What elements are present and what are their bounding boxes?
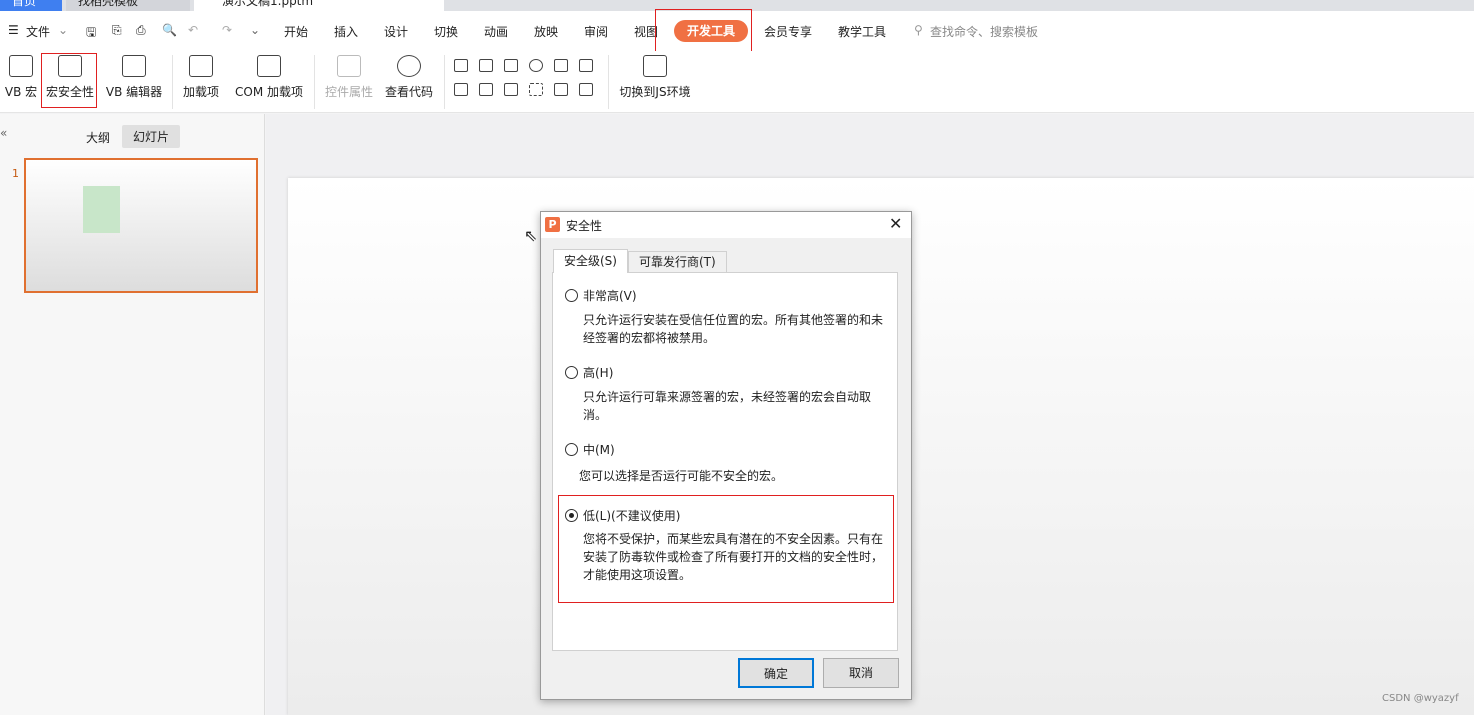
vb-editor-button[interactable]: VB 编辑器	[104, 51, 164, 100]
button-control-icon[interactable]	[454, 83, 468, 96]
slide-thumbnail-image	[83, 186, 120, 233]
tab-animation[interactable]: 动画	[484, 23, 508, 40]
divider	[314, 55, 315, 109]
print-preview-icon[interactable]: 🔍	[162, 23, 177, 37]
vb-macro-label: VB 宏	[4, 85, 38, 99]
print-icon[interactable]: ⎙	[136, 23, 146, 38]
switch-js-button[interactable]: 切换到JS环境	[618, 51, 692, 100]
js-icon	[643, 55, 667, 77]
window-tab-document[interactable]: 演示文稿1.pptm	[194, 0, 444, 11]
security-dialog: P 安全性 ✕ 安全级(S) 可靠发行商(T) 非常高(V) 只允许运行安装在受…	[540, 211, 912, 700]
label-control-icon[interactable]	[529, 83, 543, 96]
macro-icon	[9, 55, 33, 77]
dialog-title-bar: P 安全性 ✕	[541, 212, 911, 238]
window-tab-templates[interactable]: 找稻壳模板	[66, 0, 190, 11]
tab-slides[interactable]: 幻灯片	[122, 125, 181, 148]
divider	[444, 55, 445, 109]
tab-member[interactable]: 会员专享	[764, 23, 812, 40]
redo-icon[interactable]: ↷	[222, 23, 232, 37]
properties-icon	[337, 55, 361, 77]
search-icon: ⚲	[914, 23, 923, 37]
radio-medium[interactable]	[565, 443, 578, 456]
option-high[interactable]: 高(H)	[565, 364, 613, 381]
security-level-panel: 非常高(V) 只允许运行安装在受信任位置的宏。所有其他签署的和未经签署的宏都将被…	[552, 272, 898, 651]
textbox-control-icon[interactable]	[479, 59, 493, 72]
dialog-title: 安全性	[566, 219, 603, 233]
vb-macro-button[interactable]: VB 宏	[4, 51, 38, 100]
slide-number: 1	[12, 167, 19, 180]
code-search-icon	[397, 55, 421, 77]
radio-high[interactable]	[565, 366, 578, 379]
divider	[172, 55, 173, 109]
view-code-button[interactable]: 查看代码	[384, 51, 434, 100]
collapse-icon[interactable]: «	[0, 126, 7, 140]
tab-review[interactable]: 审阅	[584, 23, 608, 40]
slide-panel: « 大纲 幻灯片 1	[0, 114, 265, 715]
window-tab-home[interactable]: 首页	[0, 0, 62, 11]
image-control-icon[interactable]	[554, 83, 568, 96]
cancel-button[interactable]: 取消	[823, 658, 899, 688]
vb-editor-label: VB 编辑器	[105, 85, 163, 99]
option-medium[interactable]: 中(M)	[565, 441, 615, 458]
radio-very-high[interactable]	[565, 289, 578, 302]
save-icon[interactable]: 🖫	[86, 23, 96, 44]
com-addins-label: COM 加载项	[235, 85, 303, 99]
cube-gear-icon	[257, 55, 281, 77]
tab-security-level[interactable]: 安全级(S)	[553, 249, 628, 273]
addins-button[interactable]: 加载项	[182, 51, 220, 100]
app-logo-icon: P	[545, 217, 560, 232]
menu-icon[interactable]: ☰	[8, 23, 19, 37]
macro-security-highlight	[41, 53, 97, 108]
mouse-cursor-icon: ⇖	[524, 226, 538, 245]
slide-thumbnail[interactable]	[24, 158, 258, 293]
export-icon[interactable]: ⎘	[112, 23, 122, 38]
view-code-label: 查看代码	[384, 85, 433, 99]
checkbox-control-icon[interactable]	[454, 59, 468, 72]
file-menu[interactable]: 文件	[26, 23, 50, 40]
tab-trusted-publishers[interactable]: 可靠发行商(T)	[628, 251, 727, 272]
more-icon[interactable]: ⌄	[250, 23, 260, 37]
close-icon[interactable]: ✕	[889, 214, 902, 233]
code-editor-icon	[122, 55, 146, 77]
watermark: CSDN @wyazyf	[1382, 693, 1459, 704]
chevron-down-icon[interactable]: ⌄	[58, 23, 68, 37]
ok-button[interactable]: 确定	[738, 658, 814, 688]
search-input[interactable]: 查找命令、搜索模板	[930, 23, 1038, 40]
option-very-high[interactable]: 非常高(V)	[565, 287, 637, 304]
ribbon: VB 宏 宏安全性 VB 编辑器 加载项 COM 加载项 控件属性 查看代码 切…	[0, 51, 1474, 113]
option-description: 您可以选择是否运行可能不安全的宏。	[579, 469, 784, 483]
developer-tab-highlight	[655, 9, 752, 55]
tab-insert[interactable]: 插入	[334, 23, 358, 40]
option-label: 中(M)	[583, 443, 615, 457]
more-controls-icon[interactable]	[579, 83, 593, 96]
switch-js-label: 切换到JS环境	[619, 85, 691, 99]
undo-icon[interactable]: ↶	[188, 23, 198, 37]
radio-control-icon[interactable]	[529, 59, 543, 72]
option-label: 非常高(V)	[583, 289, 637, 303]
cube-icon	[189, 55, 213, 77]
frame-control-icon[interactable]	[504, 59, 518, 72]
divider	[608, 55, 609, 109]
option-description: 只允许运行可靠来源签署的宏，未经签署的宏会自动取消。	[583, 390, 872, 422]
tab-home[interactable]: 开始	[284, 23, 308, 40]
addins-label: 加载项	[182, 85, 219, 99]
tab-outline[interactable]: 大纲	[86, 129, 110, 146]
tab-design[interactable]: 设计	[384, 23, 408, 40]
option-label: 高(H)	[583, 366, 614, 380]
scrollbar-control-icon[interactable]	[504, 83, 518, 96]
com-addins-button[interactable]: COM 加载项	[232, 51, 306, 100]
listbox-control-icon[interactable]	[554, 59, 568, 72]
tab-slideshow[interactable]: 放映	[534, 23, 558, 40]
tab-transition[interactable]: 切换	[434, 23, 458, 40]
combobox-control-icon[interactable]	[579, 59, 593, 72]
control-properties-button[interactable]: 控件属性	[324, 51, 374, 100]
option-description: 只允许运行安装在受信任位置的宏。所有其他签署的和未经签署的宏都将被禁用。	[583, 313, 884, 345]
low-option-highlight	[558, 495, 894, 603]
tab-teaching-tools[interactable]: 教学工具	[838, 23, 886, 40]
control-properties-label: 控件属性	[324, 85, 373, 99]
spin-control-icon[interactable]	[479, 83, 493, 96]
